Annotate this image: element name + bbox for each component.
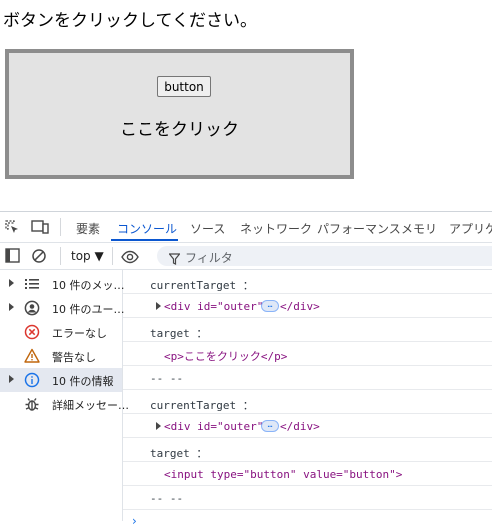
ellipsis-icon[interactable]: … [261,300,279,312]
filter-icon [168,250,181,269]
sidebar-item-label: 詳細メッセー… [52,399,129,412]
console-toolbar: top ▼ フィルタ [0,243,492,270]
expand-arrow-icon[interactable] [9,303,14,311]
console-message: currentTarget ： [123,270,492,294]
target-label: target ： [150,327,208,340]
demo-button[interactable]: button [157,76,211,97]
sidebar-item-errors[interactable]: エラーなし [0,320,122,344]
devtools-panel: 要素 コンソール ソース ネットワーク パフォーマンス メモリ アプリケー to… [0,211,492,528]
warning-icon [24,348,40,364]
tab-application[interactable]: アプリケー [449,220,492,237]
tab-elements[interactable]: 要素 [76,220,100,237]
tab-sources[interactable]: ソース [190,220,225,237]
tab-network[interactable]: ネットワーク [240,220,312,237]
console-prompt[interactable]: › [132,514,137,528]
current-target-label: currentTarget ： [150,399,254,412]
p-element[interactable]: <p>ここをクリック</p> [164,348,287,364]
toolbar-divider [60,247,61,265]
ellipsis-icon[interactable]: … [261,420,279,432]
console-messages: currentTarget ： <div id="outer"> … </div… [123,270,492,521]
div-close-tag: </div> [280,420,320,433]
div-close-tag: </div> [280,300,320,313]
div-open-tag[interactable]: <div id="outer"> [164,420,270,433]
separator-text: -- -- [150,372,184,385]
console-message: -- -- [123,366,492,390]
click-here-paragraph[interactable]: ここをクリック [9,115,350,140]
tab-memory[interactable]: メモリ [401,220,437,237]
clear-console-icon[interactable] [31,248,47,268]
info-icon [24,372,40,388]
console-message[interactable]: <p>ここをクリック</p> [123,342,492,366]
sidebar-toggle-icon[interactable] [5,248,20,267]
toolbar-divider [60,218,61,236]
sidebar-item-label: 警告なし [52,351,96,364]
console-sidebar: 10 件のメッ… 10 件のユー… エラーなし 警告なし 10 件の情報 詳細メ… [0,270,129,521]
console-message[interactable]: <div id="outer"> … </div> [123,414,492,438]
console-message[interactable]: <div id="outer"> … </div> [123,294,492,318]
inspect-element-icon[interactable] [4,219,20,239]
error-icon [24,324,40,340]
list-icon [24,276,40,292]
sidebar-item-label: 10 件のメッ… [52,279,125,292]
tab-performance[interactable]: パフォーマンス [317,220,401,237]
live-expression-eye-icon[interactable] [121,249,139,268]
expand-arrow-icon[interactable] [9,279,14,287]
console-message: currentTarget ： [123,390,492,414]
sidebar-item-messages[interactable]: 10 件のメッ… [0,272,125,296]
sidebar-item-verbose[interactable]: 詳細メッセー… [0,392,129,416]
separator-text: -- -- [150,492,184,505]
bug-icon [24,396,40,412]
user-icon [24,300,40,316]
filter-input[interactable]: フィルタ [157,246,492,266]
console-message: target ： [123,318,492,342]
active-tab-indicator [111,239,178,241]
filter-placeholder: フィルタ [185,251,233,265]
sidebar-item-user-messages[interactable]: 10 件のユー… [0,296,125,320]
console-message: target ： [123,438,492,462]
expand-arrow-icon[interactable] [9,375,14,383]
sidebar-item-label: 10 件のユー… [52,303,125,316]
console-message[interactable]: <input type="button" value="button"> [123,462,492,486]
sidebar-item-info[interactable]: 10 件の情報 [0,368,122,392]
div-open-tag[interactable]: <div id="outer"> [164,300,270,313]
device-toolbar-icon[interactable] [31,219,49,239]
context-selector[interactable]: top ▼ [71,249,104,263]
expand-arrow-icon[interactable] [156,302,161,310]
console-message: -- -- [123,486,492,510]
input-element[interactable]: <input type="button" value="button"> [164,468,402,481]
sidebar-item-warnings[interactable]: 警告なし [0,344,122,368]
sidebar-item-label: エラーなし [52,327,107,340]
current-target-label: currentTarget ： [150,279,254,292]
outer-div[interactable]: button ここをクリック [5,49,354,179]
page-instruction: ボタンをクリックしてください。 [3,11,257,31]
target-label: target ： [150,447,208,460]
devtools-tabbar: 要素 コンソール ソース ネットワーク パフォーマンス メモリ アプリケー [0,212,492,243]
sidebar-item-label: 10 件の情報 [52,375,114,388]
tab-console[interactable]: コンソール [117,220,177,237]
expand-arrow-icon[interactable] [156,422,161,430]
toolbar-divider [112,247,113,265]
